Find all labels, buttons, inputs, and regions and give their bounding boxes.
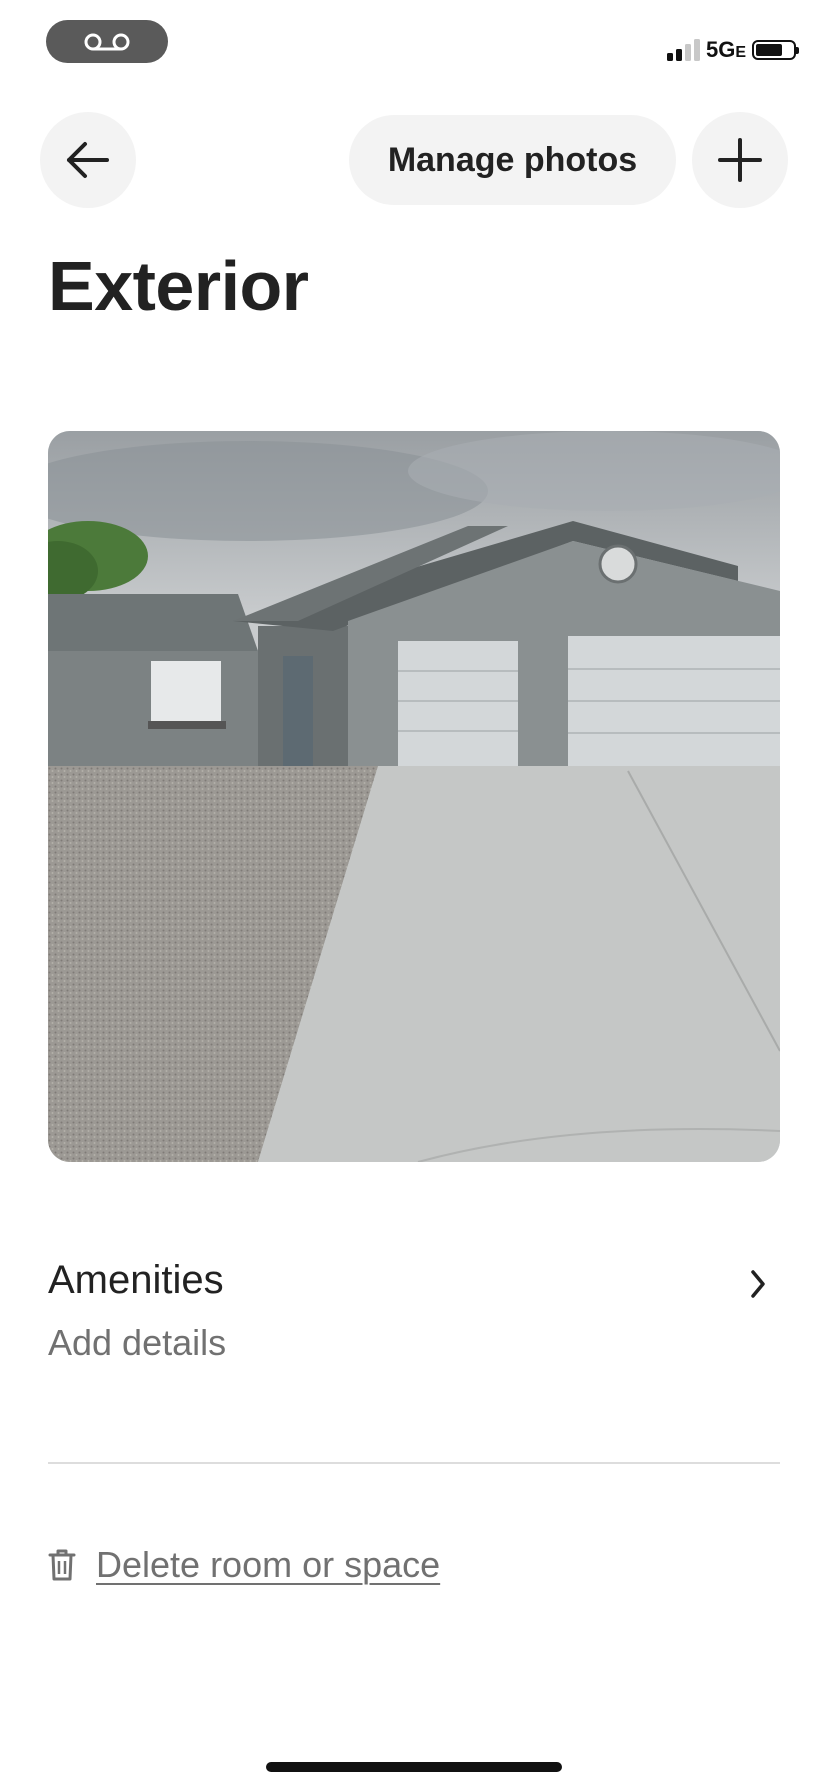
status-bar-right: 5GE xyxy=(666,36,799,64)
trash-icon xyxy=(48,1549,76,1581)
amenities-subtitle: Add details xyxy=(48,1322,227,1363)
divider xyxy=(48,1462,780,1464)
chevron-right-icon xyxy=(751,1270,765,1298)
voicemail-indicator xyxy=(46,20,168,63)
manage-photos-button[interactable]: Manage photos xyxy=(349,115,676,205)
home-indicator[interactable] xyxy=(266,1762,562,1772)
signal-icon xyxy=(666,39,700,61)
battery-icon xyxy=(752,40,799,60)
screen: 5GE Manage photos Exterior Amenities Add… xyxy=(0,0,828,1792)
add-photo-button[interactable] xyxy=(692,112,788,208)
room-photo[interactable] xyxy=(48,431,780,1162)
network-type: 5GE xyxy=(705,37,746,62)
delete-room-button[interactable]: Delete room or space xyxy=(48,1544,440,1586)
house-exterior-photo xyxy=(48,431,780,1162)
arrow-left-icon xyxy=(67,142,109,178)
delete-room-link[interactable]: Delete room or space xyxy=(96,1544,440,1586)
voicemail-icon xyxy=(84,33,130,50)
plus-icon xyxy=(718,138,762,182)
page-title: Exterior xyxy=(48,247,309,325)
back-button[interactable] xyxy=(40,112,136,208)
amenities-title: Amenities xyxy=(48,1258,224,1302)
amenities-row[interactable]: Amenities Add details xyxy=(48,1258,780,1368)
